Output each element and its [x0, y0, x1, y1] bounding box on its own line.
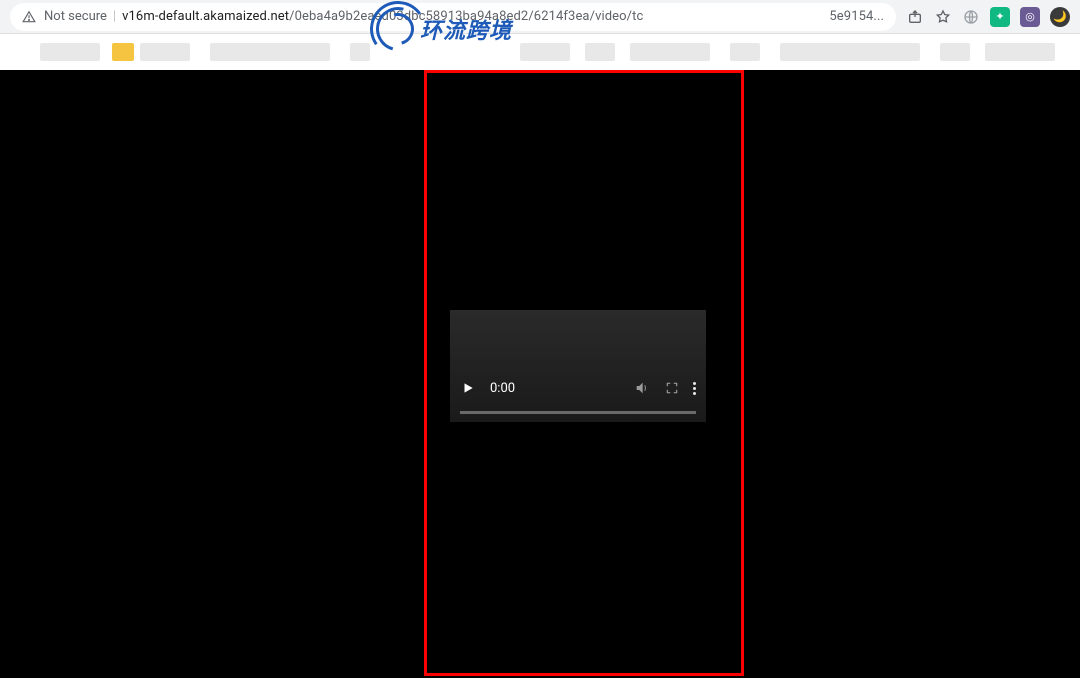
watermark-strip	[0, 34, 1080, 70]
browser-address-bar: Not secure | v16m-default.akamaized.net/…	[0, 0, 1080, 34]
video-controls: 0:00	[450, 371, 706, 411]
brand-arc-icon	[370, 1, 426, 57]
playback-time: 0:00	[490, 381, 515, 396]
not-secure-icon	[22, 10, 36, 24]
play-button[interactable]	[460, 380, 476, 396]
extension-icon-3[interactable]: 🌙	[1050, 7, 1070, 27]
bookmark-star-icon[interactable]	[934, 8, 952, 26]
more-options-icon[interactable]	[693, 382, 696, 395]
url-trail: 5e9154...	[829, 9, 884, 24]
progress-bar[interactable]	[460, 411, 696, 414]
video-player[interactable]: 0:00	[450, 310, 706, 422]
translate-icon[interactable]	[962, 8, 980, 26]
extension-icon-2[interactable]: ◎	[1020, 7, 1040, 27]
brand-text: 环流跨境	[420, 13, 512, 45]
volume-icon[interactable]	[633, 379, 651, 397]
fullscreen-icon[interactable]	[663, 379, 681, 397]
extension-icon-1[interactable]: ✦	[990, 7, 1010, 27]
brand-watermark: 环流跨境	[370, 3, 512, 55]
not-secure-label: Not secure	[44, 9, 107, 24]
video-canvas: 0:00	[0, 70, 1080, 678]
separator: |	[113, 9, 116, 24]
share-icon[interactable]	[906, 8, 924, 26]
